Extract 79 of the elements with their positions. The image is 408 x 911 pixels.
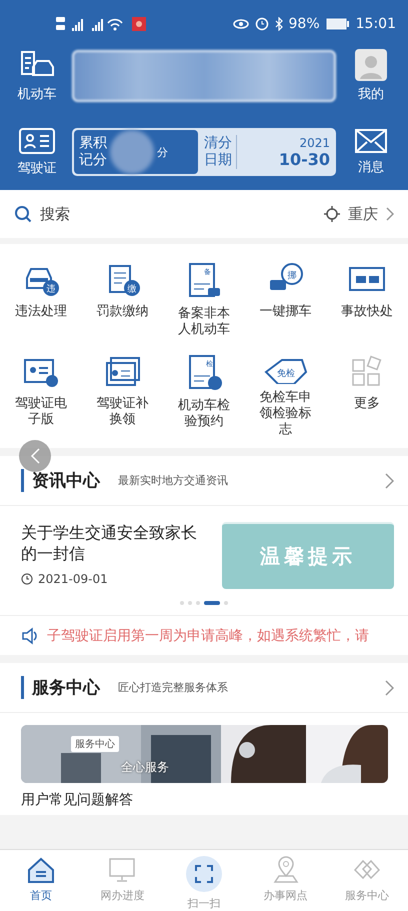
bluetooth-icon <box>274 17 283 31</box>
service-label: 驾驶证补换领 <box>95 396 150 428</box>
section-title: 服务中心 <box>21 676 100 699</box>
service-item[interactable]: 更多 <box>326 354 408 438</box>
service-item[interactable]: 驾驶证补换领 <box>82 354 164 438</box>
profile-entry[interactable]: 我的 <box>346 49 396 103</box>
points-label: 累积 <box>79 135 107 152</box>
service-label: 事故快处 <box>340 304 394 320</box>
tab-label: 扫一扫 <box>187 896 220 911</box>
status-time: 15:01 <box>356 16 396 32</box>
section-subtitle: 最新实时地方交通资讯 <box>118 473 229 488</box>
service-item[interactable]: 免检 免检车申领检验标志 <box>244 354 326 438</box>
points-label: 记分 <box>79 152 107 169</box>
entry-label: 机动车 <box>18 86 56 103</box>
messages-entry[interactable]: 消息 <box>346 128 396 176</box>
carousel-dot[interactable] <box>180 601 184 605</box>
entry-label: 消息 <box>358 159 384 176</box>
location-target-icon <box>324 206 340 222</box>
points-card[interactable]: 累积 记分 分 清分 日期 2021 10-30 <box>72 128 336 176</box>
avatar-icon <box>355 49 387 81</box>
app-notification-icon <box>132 17 146 31</box>
eye-icon <box>232 18 249 30</box>
service-item[interactable]: 驾驶证电子版 <box>0 354 82 438</box>
scan-icon <box>186 856 222 892</box>
home-icon <box>26 856 56 884</box>
thumbnail-text: 温馨提示 <box>260 543 356 570</box>
carousel-dot[interactable] <box>196 601 200 605</box>
tab-label: 服务中心 <box>345 888 390 903</box>
service-item[interactable]: 缴 罚款缴纳 <box>82 262 164 346</box>
vehicle-entry[interactable]: 机动车 <box>12 49 62 103</box>
tab-label: 网办进度 <box>100 888 144 903</box>
clear-year: 2021 <box>299 136 330 150</box>
search-icon <box>14 205 32 223</box>
chevron-left-icon <box>30 448 40 464</box>
license-entry[interactable]: 驾驶证 <box>12 127 62 177</box>
city-selector[interactable]: 重庆 <box>348 204 378 224</box>
clear-date: 10-30 <box>278 150 330 168</box>
entry-label: 驾驶证 <box>18 160 56 177</box>
tab-label: 首页 <box>30 888 52 903</box>
service-label: 一键挪车 <box>258 304 313 320</box>
service-label: 驾驶证电子版 <box>14 396 68 428</box>
clear-date-label: 日期 <box>204 152 232 169</box>
chevron-right-icon[interactable] <box>385 472 394 488</box>
battery-icon <box>326 18 350 30</box>
alarm-icon <box>254 17 269 31</box>
battery-percentage: 98% <box>288 16 320 32</box>
envelope-icon <box>354 128 388 154</box>
back-button[interactable] <box>19 440 51 472</box>
service-label: 违法处理 <box>14 304 68 320</box>
service-label: 备案非本人机动车 <box>176 306 231 338</box>
search-field[interactable]: 搜索 <box>40 204 316 224</box>
chevron-right-icon <box>386 207 394 221</box>
service-item[interactable]: 违 违法处理 <box>0 262 82 346</box>
id-card-icon <box>18 127 56 155</box>
clear-date-label: 清分 <box>204 135 232 152</box>
service-label: 罚款缴纳 <box>95 304 150 320</box>
blurred-value <box>110 130 154 174</box>
section-subtitle: 匠心打造完整服务体系 <box>118 680 229 695</box>
speaker-icon <box>21 626 39 644</box>
article-title[interactable]: 关于学生交通安全致家长的一封信 <box>21 522 208 564</box>
banner-tag: 服务中心 <box>71 736 119 752</box>
article-date: 2021-09-01 <box>38 572 108 586</box>
carousel-dot[interactable] <box>188 601 192 605</box>
entry-label: 我的 <box>358 86 384 103</box>
chevron-right-icon[interactable] <box>385 680 394 696</box>
points-unit: 分 <box>157 144 168 160</box>
monitor-icon <box>107 856 138 884</box>
service-item[interactable]: 事故快处 <box>326 262 408 346</box>
faq-title[interactable]: 用户常见问题解答 <box>21 791 387 809</box>
carousel-dot[interactable] <box>224 601 228 605</box>
service-label: 机动车检验预约 <box>176 398 231 430</box>
location-pin-icon <box>270 856 301 884</box>
service-item[interactable]: 挪 一键挪车 <box>244 262 326 346</box>
clock-icon <box>21 573 33 585</box>
service-label: 免检车申领检验标志 <box>258 390 313 438</box>
tab-label: 办事网点 <box>264 888 308 903</box>
nav-tab[interactable]: 首页 <box>0 856 82 911</box>
service-label: 更多 <box>353 396 382 412</box>
section-title: 资讯中心 <box>21 469 100 492</box>
